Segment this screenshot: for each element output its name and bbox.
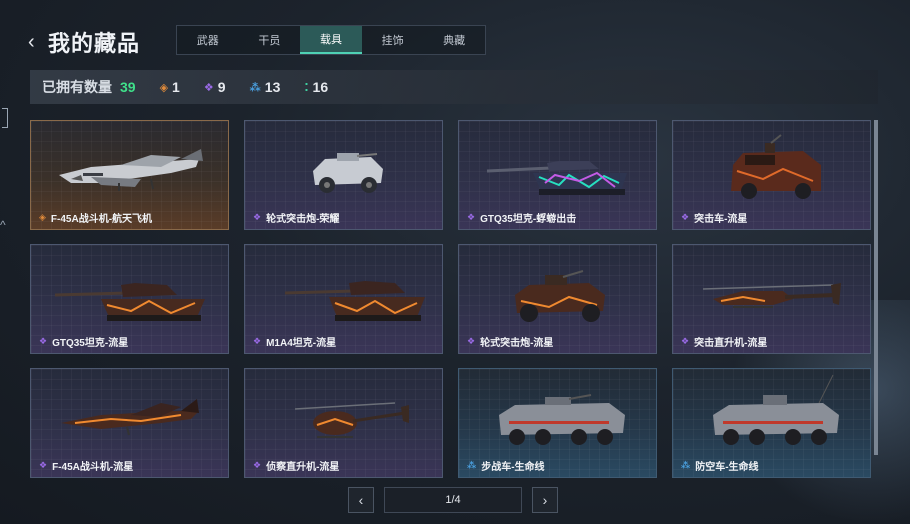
vehicle-label: ❖ 轮式突击炮-荣耀 — [253, 210, 339, 225]
assault-vehicle-icon — [731, 134, 821, 199]
purple-gem-icon: ❖ — [39, 336, 48, 346]
vehicle-name: 防空车-生命线 — [695, 462, 759, 473]
vehicle-name: 突击车-流星 — [694, 214, 748, 225]
anti-air-vehicle-icon — [713, 374, 839, 445]
wheeled-assault-gun-icon — [313, 153, 383, 193]
vehicle-card[interactable]: ❖ 轮式突击炮-流星 — [458, 244, 657, 354]
owned-count-bar: 已拥有数量 39 ◈ 1 ❖ 9 ⁂ 13 ⁚ 16 — [30, 70, 878, 104]
green-count: 16 — [312, 79, 329, 95]
prev-page-button[interactable]: ‹ — [348, 487, 374, 513]
blue-count: 13 — [264, 79, 281, 95]
wheeled-assault-gun-icon — [515, 270, 605, 322]
rarity-count-purple: ❖ 9 — [204, 79, 226, 95]
tank-icon — [284, 281, 425, 321]
vehicle-label: ❖ 突击车-流星 — [681, 210, 747, 225]
purple-gem-icon: ❖ — [467, 212, 476, 222]
tank-icon — [486, 161, 627, 195]
purple-count: 9 — [217, 79, 226, 95]
vehicle-label: ⁂ 防空车-生命线 — [681, 458, 759, 473]
vehicle-name: 侦察直升机-流星 — [266, 462, 340, 473]
tab-vehicles[interactable]: 载具 — [300, 26, 362, 54]
purple-gem-icon: ❖ — [253, 336, 262, 346]
page-indicator: 1/4 — [384, 487, 522, 513]
vehicle-card[interactable]: ❖ 轮式突击炮-荣耀 — [244, 120, 443, 230]
purple-gem-icon: ❖ — [253, 212, 262, 222]
vehicle-name: GTQ35坦克-流星 — [52, 338, 129, 349]
vehicle-card[interactable]: ❖ 侦察直升机-流星 — [244, 368, 443, 478]
vehicle-card[interactable]: ⁂ 步战车-生命线 — [458, 368, 657, 478]
vehicle-name: F-45A战斗机-流星 — [52, 462, 134, 473]
vehicle-label: ❖ GTQ35坦克-蜉蝣出击 — [467, 210, 576, 225]
page-title: 我的藏品 — [48, 31, 141, 56]
vehicle-name: M1A4坦克-流星 — [266, 338, 337, 349]
scrollbar-thumb[interactable] — [874, 120, 878, 455]
vehicle-name: 突击直升机-流星 — [694, 338, 768, 349]
vehicle-name: 轮式突击炮-荣耀 — [266, 214, 340, 225]
rarity-count-blue: ⁂ 13 — [250, 79, 281, 95]
fighter-jet-icon — [61, 399, 199, 436]
attack-helicopter-icon — [702, 283, 841, 308]
gold-gem-icon: ◈ — [39, 212, 46, 222]
vehicle-card[interactable]: ❖ 突击车-流星 — [672, 120, 871, 230]
tab-charms[interactable]: 挂饰 — [362, 26, 424, 54]
vehicle-card[interactable]: ❖ M1A4坦克-流星 — [244, 244, 443, 354]
vehicle-name: GTQ35坦克-蜉蝣出击 — [480, 214, 577, 225]
vehicle-label: ❖ F-45A战斗机-流星 — [39, 458, 133, 473]
purple-gem-icon: ❖ — [467, 336, 476, 346]
vehicle-card[interactable]: ❖ GTQ35坦克-流星 — [30, 244, 229, 354]
tab-operators[interactable]: 干员 — [239, 26, 301, 54]
vehicle-name: 步战车-生命线 — [481, 462, 545, 473]
blue-gem-icon: ⁂ — [249, 81, 261, 94]
tank-icon — [54, 283, 205, 321]
vehicle-label: ❖ 突击直升机-流星 — [681, 334, 767, 349]
vehicle-label: ❖ M1A4坦克-流星 — [253, 334, 336, 349]
vehicle-card[interactable]: ⁂ 防空车-生命线 — [672, 368, 871, 478]
vehicle-label: ⁂ 步战车-生命线 — [467, 458, 545, 473]
gold-count: 1 — [172, 79, 180, 95]
side-caret-icon: ^ — [0, 218, 6, 232]
rarity-count-green: ⁚ 16 — [304, 79, 328, 95]
scout-helicopter-icon — [294, 402, 409, 438]
infantry-fighting-vehicle-icon — [499, 394, 625, 445]
pagination: ‹ 1/4 › — [348, 487, 558, 513]
blue-gem-icon: ⁂ — [467, 460, 477, 470]
tab-collection[interactable]: 典藏 — [423, 26, 485, 54]
vehicle-label: ◈ F-45A战斗机-航天飞机 — [39, 210, 152, 225]
vehicle-label: ❖ GTQ35坦克-流星 — [39, 334, 128, 349]
vehicle-label: ❖ 轮式突击炮-流星 — [467, 334, 553, 349]
vehicle-card[interactable]: ❖ GTQ35坦克-蜉蝣出击 — [458, 120, 657, 230]
category-tabs: 武器 干员 载具 挂饰 典藏 — [176, 25, 486, 55]
vehicle-card[interactable]: ❖ 突击直升机-流星 — [672, 244, 871, 354]
blue-gem-icon: ⁂ — [681, 460, 691, 470]
purple-gem-icon: ❖ — [681, 336, 690, 346]
back-button[interactable]: ‹ — [28, 27, 44, 57]
vehicle-grid: ◈ F-45A战斗机-航天飞机 ❖ 轮式突击炮-荣耀 ❖ GTQ35坦克-蜉蝣出… — [30, 120, 871, 478]
vehicle-card[interactable]: ◈ F-45A战斗机-航天飞机 — [30, 120, 229, 230]
page-header: ‹ 我的藏品 — [28, 26, 140, 58]
gold-gem-icon: ◈ — [159, 81, 169, 94]
purple-gem-icon: ❖ — [203, 81, 214, 94]
purple-gem-icon: ❖ — [681, 212, 690, 222]
green-gem-icon: ⁚ — [304, 81, 309, 94]
side-bracket-icon — [2, 108, 8, 128]
purple-gem-icon: ❖ — [253, 460, 262, 470]
owned-count-label: 已拥有数量 — [42, 79, 112, 95]
vehicle-label: ❖ 侦察直升机-流星 — [253, 458, 339, 473]
next-page-button[interactable]: › — [532, 487, 558, 513]
tab-weapons[interactable]: 武器 — [177, 26, 239, 54]
rarity-count-gold: ◈ 1 — [160, 79, 180, 95]
fighter-jet-icon — [59, 149, 203, 191]
purple-gem-icon: ❖ — [39, 460, 48, 470]
owned-count-total: 39 — [120, 79, 136, 95]
vehicle-name: F-45A战斗机-航天飞机 — [50, 214, 153, 225]
vehicle-name: 轮式突击炮-流星 — [480, 338, 554, 349]
grid-scrollbar[interactable] — [874, 120, 878, 455]
vehicle-card[interactable]: ❖ F-45A战斗机-流星 — [30, 368, 229, 478]
